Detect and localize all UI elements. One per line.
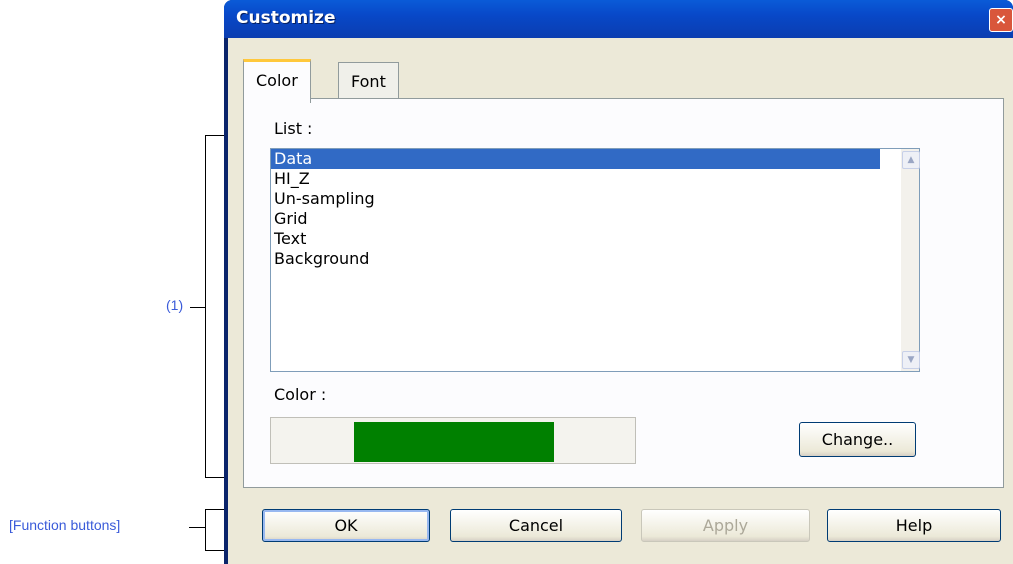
callout-function-buttons: [Function buttons]: [9, 517, 121, 533]
chevron-up-icon: ▲: [907, 155, 915, 165]
color-swatch: [354, 422, 554, 462]
color-tab-panel: List : Data HI_Z Un-sampling Grid Text B…: [243, 98, 1004, 488]
list-item-text[interactable]: Text: [271, 229, 919, 249]
scroll-up-button[interactable]: ▲: [902, 151, 920, 169]
list-item-data[interactable]: Data: [271, 149, 880, 169]
ok-button[interactable]: OK: [262, 509, 430, 542]
dialog-client-area: Color Font List : Data HI_Z Un-sampling …: [228, 38, 1013, 564]
list-item-grid[interactable]: Grid: [271, 209, 919, 229]
chevron-down-icon: ▼: [907, 355, 915, 365]
help-button[interactable]: Help: [827, 509, 1001, 542]
color-item-list[interactable]: Data HI_Z Un-sampling Grid Text Backgrou…: [270, 148, 920, 372]
callout-function-buttons-tick: [189, 527, 205, 528]
list-item-hi-z[interactable]: HI_Z: [271, 169, 919, 189]
list-item-background[interactable]: Background: [271, 249, 919, 269]
dialog-title: Customize: [236, 8, 336, 28]
cancel-button[interactable]: Cancel: [450, 509, 622, 542]
apply-button-label: Apply: [702, 516, 749, 535]
apply-button[interactable]: Apply: [641, 509, 810, 542]
list-label: List :: [274, 119, 313, 138]
list-item-un-sampling[interactable]: Un-sampling: [271, 189, 919, 209]
change-color-button[interactable]: Change..: [799, 422, 916, 457]
tab-font[interactable]: Font: [338, 62, 399, 99]
title-bar[interactable]: Customize ×: [224, 0, 1013, 38]
close-icon: ×: [995, 12, 1007, 28]
scroll-down-button[interactable]: ▼: [902, 351, 920, 369]
color-preview: [270, 417, 636, 464]
list-scrollbar[interactable]: ▲ ▼: [901, 149, 920, 371]
callout-function-buttons-bracket: [205, 509, 224, 551]
callout-main-area-bracket: [205, 135, 224, 478]
callout-main-area: (1): [166, 297, 184, 313]
tab-color[interactable]: Color: [243, 59, 311, 103]
close-button[interactable]: ×: [989, 8, 1013, 32]
callout-main-area-tick: [190, 307, 205, 308]
color-label: Color :: [274, 385, 327, 404]
customize-dialog: Customize × Color Font List : Data HI_Z …: [224, 0, 1013, 564]
